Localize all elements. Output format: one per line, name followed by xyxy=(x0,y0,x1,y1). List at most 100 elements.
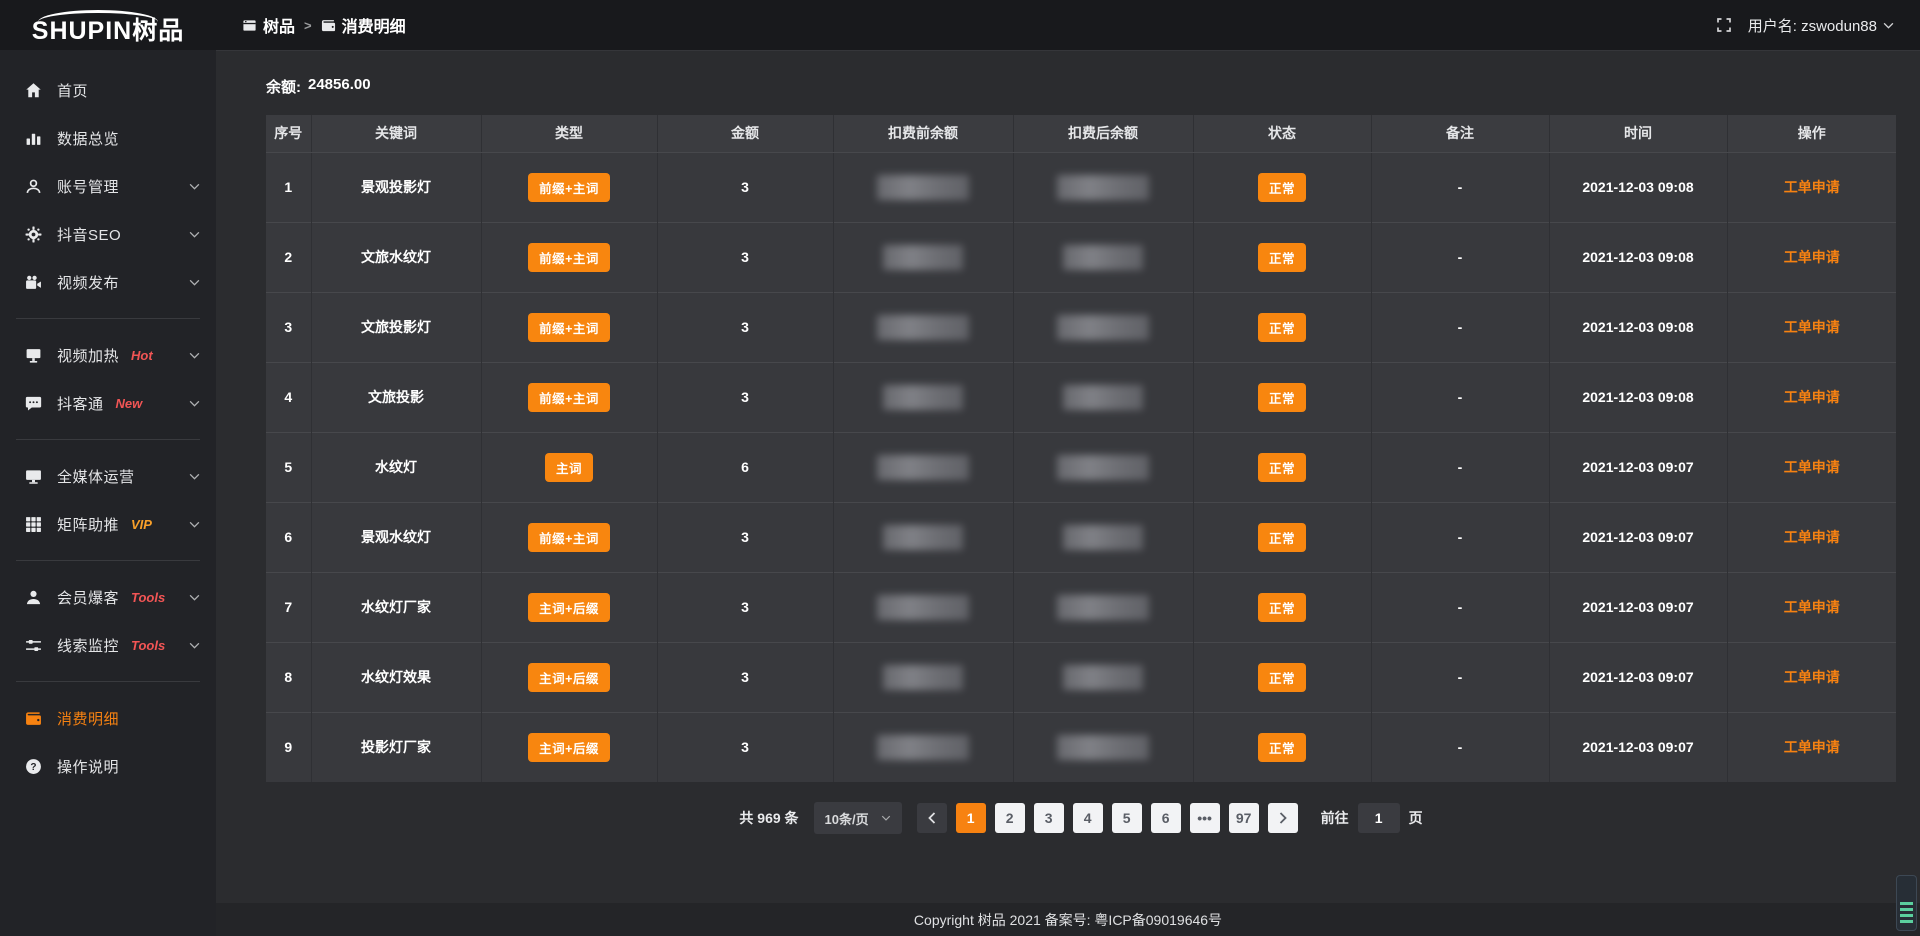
status-badge: 正常 xyxy=(1258,313,1306,342)
work-order-link[interactable]: 工单申请 xyxy=(1784,319,1840,335)
col-header-balance-before: 扣费前余额 xyxy=(833,115,1013,152)
work-order-link[interactable]: 工单申请 xyxy=(1784,529,1840,545)
username-label: 用户名: zswodun88 xyxy=(1748,15,1877,36)
masked-balance-before xyxy=(883,525,963,550)
page-button-3[interactable]: 3 xyxy=(1034,803,1064,833)
sidebar-divider xyxy=(16,681,200,682)
wallet-icon xyxy=(24,709,42,727)
member-icon xyxy=(24,588,42,606)
work-order-link[interactable]: 工单申请 xyxy=(1784,669,1840,685)
breadcrumb-current[interactable]: 消费明细 xyxy=(321,13,406,37)
work-order-link[interactable]: 工单申请 xyxy=(1784,599,1840,615)
keyword-cell: 水纹灯厂家 xyxy=(311,572,481,642)
page-button-6[interactable]: 6 xyxy=(1151,803,1181,833)
keyword-cell: 文旅水纹灯 xyxy=(311,222,481,292)
sidebar-item-all-media[interactable]: 全媒体运营 xyxy=(0,452,216,500)
prev-page-button[interactable] xyxy=(917,803,947,833)
status-badge: 正常 xyxy=(1258,523,1306,552)
svg-text:?: ? xyxy=(30,762,36,773)
sidebar-item-home[interactable]: 首页 xyxy=(0,66,216,114)
sidebar-item-video-heat[interactable]: 视频加热 Hot xyxy=(0,331,216,379)
sidebar-item-matrix-boost[interactable]: 矩阵助推 VIP xyxy=(0,500,216,548)
goto-label: 前往 xyxy=(1321,808,1349,828)
logo-arc xyxy=(38,10,158,22)
tools-tag: Tools xyxy=(131,638,165,653)
video-camera-icon xyxy=(24,273,42,291)
masked-balance-after xyxy=(1063,385,1143,410)
masked-balance-before xyxy=(877,595,969,620)
app-logo: SHUPIN树品 xyxy=(0,0,216,50)
chevron-down-icon xyxy=(1883,22,1894,29)
masked-balance-after xyxy=(1057,595,1149,620)
keyword-cell: 景观水纹灯 xyxy=(311,502,481,572)
user-menu[interactable]: 用户名: zswodun88 xyxy=(1748,15,1894,36)
sidebar-item-consumption-detail[interactable]: 消费明细 xyxy=(0,694,216,742)
sidebar-item-lead-monitor[interactable]: 线索监控 Tools xyxy=(0,621,216,669)
floating-widget[interactable] xyxy=(1896,875,1917,931)
status-badge: 正常 xyxy=(1258,663,1306,692)
question-circle-icon: ? xyxy=(24,757,42,775)
status-badge: 正常 xyxy=(1258,733,1306,762)
masked-balance-after xyxy=(1057,735,1149,760)
col-header-action: 操作 xyxy=(1727,115,1896,152)
keyword-cell: 文旅投影 xyxy=(311,362,481,432)
bar-chart-icon xyxy=(24,129,42,147)
type-badge: 主词+后缀 xyxy=(528,593,610,622)
masked-balance-before xyxy=(877,455,969,480)
sidebar-item-account-management[interactable]: 账号管理 xyxy=(0,162,216,210)
balance-value: 24856.00 xyxy=(308,76,371,97)
copyright-text: Copyright 树品 2021 备案号: 粤ICP备09019646号 xyxy=(914,910,1222,930)
chevron-down-icon xyxy=(189,642,200,649)
page-button-1[interactable]: 1 xyxy=(956,803,986,833)
user-icon xyxy=(24,177,42,195)
work-order-link[interactable]: 工单申请 xyxy=(1784,739,1840,755)
breadcrumb-home[interactable]: 树品 xyxy=(242,13,295,37)
page-button-5[interactable]: 5 xyxy=(1112,803,1142,833)
balance: 余额: 24856.00 xyxy=(266,76,1920,97)
status-badge: 正常 xyxy=(1258,453,1306,482)
sidebar-item-douketong[interactable]: 抖客通 New xyxy=(0,379,216,427)
table-row: 2 文旅水纹灯 前缀+主词 3 正常 - 2021-12-03 09:08 工单… xyxy=(266,222,1896,292)
chevron-down-icon xyxy=(881,815,891,821)
status-badge: 正常 xyxy=(1258,243,1306,272)
page-ellipsis-button[interactable]: ••• xyxy=(1190,803,1220,833)
masked-balance-after xyxy=(1063,525,1143,550)
pagination: 共 969 条 10条/页 1 2 3 4 5 6 ••• 97 前往 页 xyxy=(266,802,1896,834)
page-button-2[interactable]: 2 xyxy=(995,803,1025,833)
wallet-icon xyxy=(321,18,336,33)
masked-balance-after xyxy=(1057,455,1149,480)
hot-tag: Hot xyxy=(131,348,153,363)
chevron-down-icon xyxy=(189,231,200,238)
masked-balance-before xyxy=(883,665,963,690)
col-header-status: 状态 xyxy=(1193,115,1371,152)
type-badge: 主词+后缀 xyxy=(528,663,610,692)
sidebar-item-member-burst[interactable]: 会员爆客 Tools xyxy=(0,573,216,621)
goto-page-input[interactable] xyxy=(1358,803,1400,833)
work-order-link[interactable]: 工单申请 xyxy=(1784,459,1840,475)
sidebar-item-instructions[interactable]: ? 操作说明 xyxy=(0,742,216,790)
work-order-link[interactable]: 工单申请 xyxy=(1784,179,1840,195)
sidebar-item-video-publish[interactable]: 视频发布 xyxy=(0,258,216,306)
col-header-amount: 金额 xyxy=(657,115,833,152)
breadcrumb: 树品 > 消费明细 xyxy=(242,13,406,37)
keyword-cell: 水纹灯效果 xyxy=(311,642,481,712)
table-row: 4 文旅投影 前缀+主词 3 正常 - 2021-12-03 09:08 工单申… xyxy=(266,362,1896,432)
masked-balance-before xyxy=(877,735,969,760)
sidebar-item-data-overview[interactable]: 数据总览 xyxy=(0,114,216,162)
page-size-select[interactable]: 10条/页 xyxy=(814,802,902,834)
page-button-97[interactable]: 97 xyxy=(1229,803,1259,833)
topbar: SHUPIN树品 树品 > 消费明细 用户名: zswodun88 xyxy=(0,0,1920,50)
col-header-keyword: 关键词 xyxy=(311,115,481,152)
sidebar-divider xyxy=(16,560,200,561)
footer: Copyright 树品 2021 备案号: 粤ICP备09019646号 xyxy=(216,903,1920,936)
work-order-link[interactable]: 工单申请 xyxy=(1784,389,1840,405)
page-button-4[interactable]: 4 xyxy=(1073,803,1103,833)
fullscreen-icon[interactable] xyxy=(1716,17,1732,33)
next-page-button[interactable] xyxy=(1268,803,1298,833)
comment-icon xyxy=(24,394,42,412)
sidebar-item-douyin-seo[interactable]: 抖音SEO xyxy=(0,210,216,258)
work-order-link[interactable]: 工单申请 xyxy=(1784,249,1840,265)
keyword-cell: 文旅投影灯 xyxy=(311,292,481,362)
type-badge: 主词 xyxy=(545,453,593,482)
sliders-icon xyxy=(24,636,42,654)
